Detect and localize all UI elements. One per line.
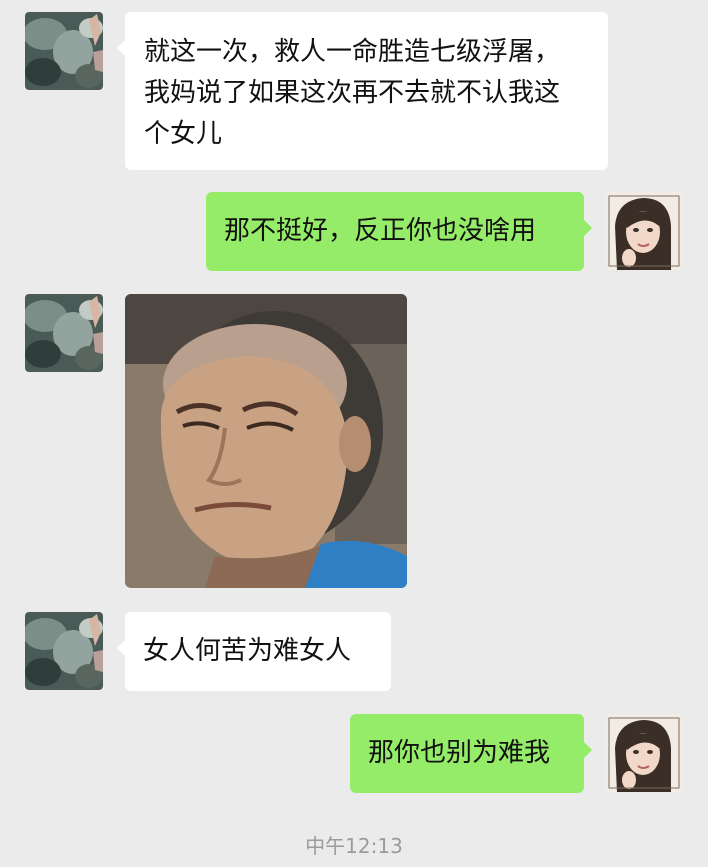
contact-avatar-image	[25, 12, 103, 90]
message-text-line: 就这一次，救人一命胜造七级浮屠，	[144, 37, 561, 67]
message-text: 那你也别为难我	[368, 738, 551, 768]
message-text-line: 个女儿	[144, 119, 223, 149]
my-avatar[interactable]	[605, 192, 683, 270]
image-message[interactable]	[125, 294, 407, 588]
my-avatar[interactable]	[605, 714, 683, 792]
outgoing-message-bubble[interactable]: 那你也别为难我	[350, 714, 592, 793]
incoming-message-bubble[interactable]: 女人何苦为难女人	[117, 612, 391, 691]
squinting-man-photo-icon	[125, 294, 407, 588]
contact-avatar-image	[25, 294, 103, 372]
message-text: 女人何苦为难女人	[143, 636, 352, 666]
my-avatar-image	[605, 192, 683, 270]
contact-avatar[interactable]	[25, 294, 103, 372]
my-avatar-image	[605, 714, 683, 792]
message-text-line: 我妈说了如果这次再不去就不认我这	[144, 78, 561, 108]
incoming-message-bubble[interactable]: 就这一次，救人一命胜造七级浮屠， 我妈说了如果这次再不去就不认我这 个女儿	[117, 12, 608, 170]
message-text: 那不挺好，反正你也没啥用	[224, 216, 537, 246]
contact-avatar[interactable]	[25, 12, 103, 90]
contact-avatar-image	[25, 612, 103, 690]
outgoing-message-bubble[interactable]: 那不挺好，反正你也没啥用	[206, 192, 592, 271]
contact-avatar[interactable]	[25, 612, 103, 690]
message-timestamp: 中午12:13	[305, 834, 403, 858]
